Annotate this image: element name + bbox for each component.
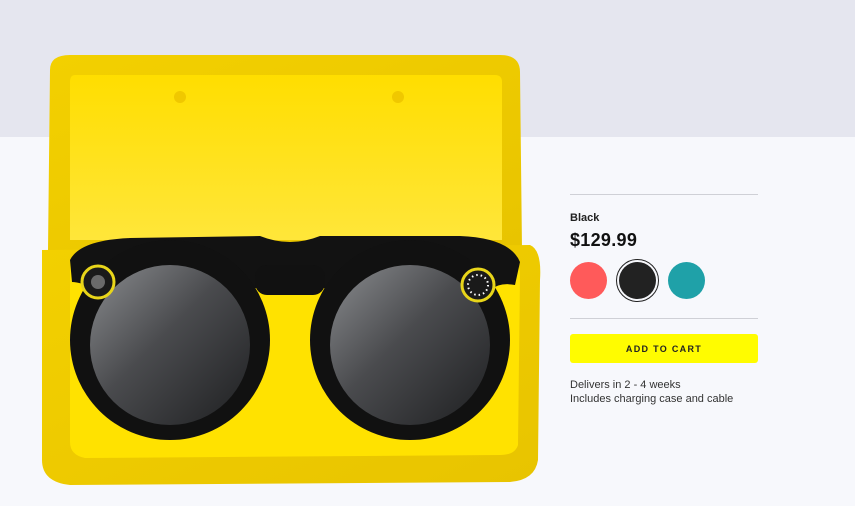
- product-panel: Black $129.99 ADD TO CART Delivers in 2 …: [570, 194, 758, 406]
- swatch-teal[interactable]: [668, 262, 705, 299]
- delivery-info: Delivers in 2 - 4 weeks Includes chargin…: [570, 378, 758, 406]
- color-swatches: [570, 259, 758, 302]
- divider-top: [570, 194, 758, 195]
- delivery-time: Delivers in 2 - 4 weeks: [570, 379, 681, 391]
- divider-bottom: [570, 318, 758, 319]
- swatch-black[interactable]: [616, 259, 659, 302]
- swatch-coral[interactable]: [570, 262, 607, 299]
- add-to-cart-button[interactable]: ADD TO CART: [570, 334, 758, 363]
- package-contents: Includes charging case and cable: [570, 393, 734, 405]
- product-price: $129.99: [570, 230, 638, 250]
- selected-color-name: Black: [570, 212, 600, 224]
- product-image: [42, 55, 541, 485]
